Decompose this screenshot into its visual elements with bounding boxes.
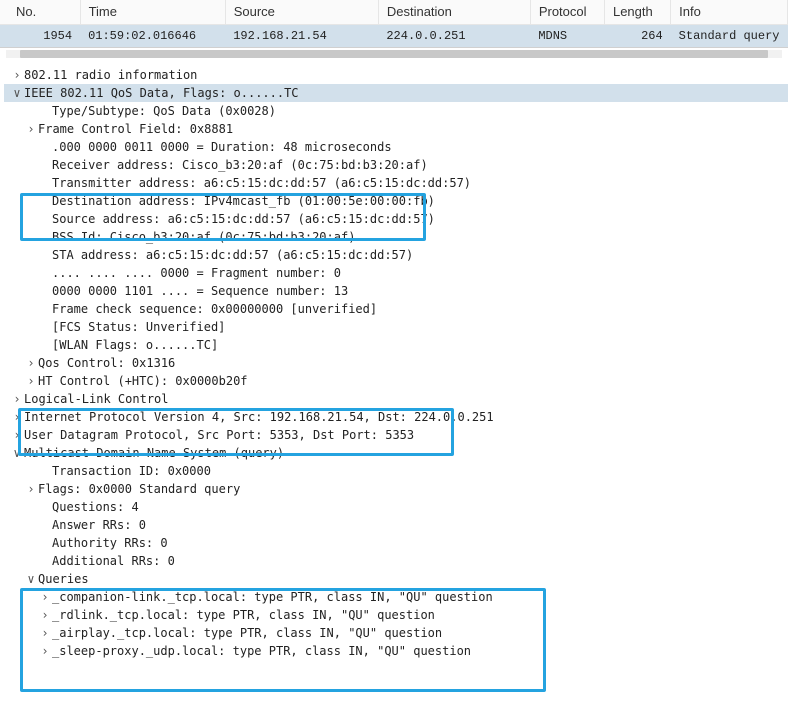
packet-list-header: No. Time Source Destination Protocol Len… xyxy=(0,0,788,24)
col-time[interactable]: Time xyxy=(80,0,225,24)
chevron-right-icon[interactable]: › xyxy=(10,66,24,84)
chevron-right-icon[interactable]: › xyxy=(38,588,52,606)
packet-list-hscrollbar[interactable] xyxy=(6,50,782,58)
tree-item[interactable]: ›STA address: a6:c5:15:dc:dd:57 (a6:c5:1… xyxy=(4,246,788,264)
tree-item-query[interactable]: ›_sleep-proxy._udp.local: type PTR, clas… xyxy=(4,642,788,660)
cell-no: 1954 xyxy=(0,24,80,47)
tree-item-query[interactable]: ›_airplay._tcp.local: type PTR, class IN… xyxy=(4,624,788,642)
tree-item[interactable]: ›Questions: 4 xyxy=(4,498,788,516)
tree-item[interactable]: ›Type/Subtype: QoS Data (0x0028) xyxy=(4,102,788,120)
cell-time: 01:59:02.016646 xyxy=(80,24,225,47)
tree-item[interactable]: ›Answer RRs: 0 xyxy=(4,516,788,534)
col-protocol[interactable]: Protocol xyxy=(530,0,604,24)
tree-item-llc[interactable]: › Logical-Link Control xyxy=(4,390,788,408)
packet-list-table: No. Time Source Destination Protocol Len… xyxy=(0,0,788,48)
tree-item-mdns[interactable]: ∨ Multicast Domain Name System (query) xyxy=(4,444,788,462)
chevron-right-icon[interactable]: › xyxy=(38,606,52,624)
chevron-right-icon[interactable]: › xyxy=(10,408,24,426)
chevron-down-icon[interactable]: ∨ xyxy=(10,444,24,462)
tree-item-query[interactable]: ›_companion-link._tcp.local: type PTR, c… xyxy=(4,588,788,606)
col-no[interactable]: No. xyxy=(0,0,80,24)
col-info[interactable]: Info xyxy=(671,0,788,24)
cell-destination: 224.0.0.251 xyxy=(378,24,530,47)
chevron-right-icon[interactable]: › xyxy=(24,372,38,390)
packet-detail-tree: › 802.11 radio information ∨ IEEE 802.11… xyxy=(0,58,788,660)
tree-item-queries[interactable]: ∨ Queries xyxy=(4,570,788,588)
cell-protocol: MDNS xyxy=(530,24,604,47)
tree-item[interactable]: ›0000 0000 1101 .... = Sequence number: … xyxy=(4,282,788,300)
cell-info: Standard query xyxy=(671,24,788,47)
chevron-right-icon[interactable]: › xyxy=(24,480,38,498)
cell-length: 264 xyxy=(604,24,670,47)
chevron-right-icon[interactable]: › xyxy=(10,426,24,444)
tree-item-udp[interactable]: › User Datagram Protocol, Src Port: 5353… xyxy=(4,426,788,444)
tree-item[interactable]: ›.000 0000 0011 0000 = Duration: 48 micr… xyxy=(4,138,788,156)
tree-item-ieee80211[interactable]: ∨ IEEE 802.11 QoS Data, Flags: o......TC xyxy=(4,84,788,102)
col-source[interactable]: Source xyxy=(225,0,378,24)
tree-item-query[interactable]: ›_rdlink._tcp.local: type PTR, class IN,… xyxy=(4,606,788,624)
tree-item[interactable]: ›.... .... .... 0000 = Fragment number: … xyxy=(4,264,788,282)
packet-row[interactable]: 1954 01:59:02.016646 192.168.21.54 224.0… xyxy=(0,24,788,47)
tree-item[interactable]: ›[WLAN Flags: o......TC] xyxy=(4,336,788,354)
chevron-down-icon[interactable]: ∨ xyxy=(24,570,38,588)
chevron-right-icon[interactable]: › xyxy=(38,642,52,660)
tree-item-dst-addr[interactable]: ›Destination address: IPv4mcast_fb (01:0… xyxy=(4,192,788,210)
chevron-right-icon[interactable]: › xyxy=(38,624,52,642)
tree-item-qos[interactable]: ›Qos Control: 0x1316 xyxy=(4,354,788,372)
tree-item[interactable]: ›Transaction ID: 0x0000 xyxy=(4,462,788,480)
tree-item[interactable]: ›Additional RRs: 0 xyxy=(4,552,788,570)
tree-item[interactable]: ›Transmitter address: a6:c5:15:dc:dd:57 … xyxy=(4,174,788,192)
tree-item[interactable]: ›[FCS Status: Unverified] xyxy=(4,318,788,336)
chevron-right-icon[interactable]: › xyxy=(24,354,38,372)
tree-item-htc[interactable]: ›HT Control (+HTC): 0x0000b20f xyxy=(4,372,788,390)
col-length[interactable]: Length xyxy=(604,0,670,24)
tree-item[interactable]: ›BSS Id: Cisco_b3:20:af (0c:75:bd:b3:20:… xyxy=(4,228,788,246)
tree-item-src-addr[interactable]: ›Source address: a6:c5:15:dc:dd:57 (a6:c… xyxy=(4,210,788,228)
chevron-down-icon[interactable]: ∨ xyxy=(10,84,24,102)
chevron-right-icon[interactable]: › xyxy=(10,390,24,408)
scrollbar-thumb[interactable] xyxy=(20,50,768,58)
tree-item[interactable]: ›Frame check sequence: 0x00000000 [unver… xyxy=(4,300,788,318)
chevron-right-icon[interactable]: › xyxy=(24,120,38,138)
tree-item-mdns-flags[interactable]: ›Flags: 0x0000 Standard query xyxy=(4,480,788,498)
col-destination[interactable]: Destination xyxy=(378,0,530,24)
tree-item[interactable]: ›Authority RRs: 0 xyxy=(4,534,788,552)
cell-source: 192.168.21.54 xyxy=(225,24,378,47)
tree-item-ipv4[interactable]: › Internet Protocol Version 4, Src: 192.… xyxy=(4,408,788,426)
tree-item-radio[interactable]: › 802.11 radio information xyxy=(4,66,788,84)
tree-item[interactable]: ›Receiver address: Cisco_b3:20:af (0c:75… xyxy=(4,156,788,174)
tree-item-fcf[interactable]: ›Frame Control Field: 0x8881 xyxy=(4,120,788,138)
